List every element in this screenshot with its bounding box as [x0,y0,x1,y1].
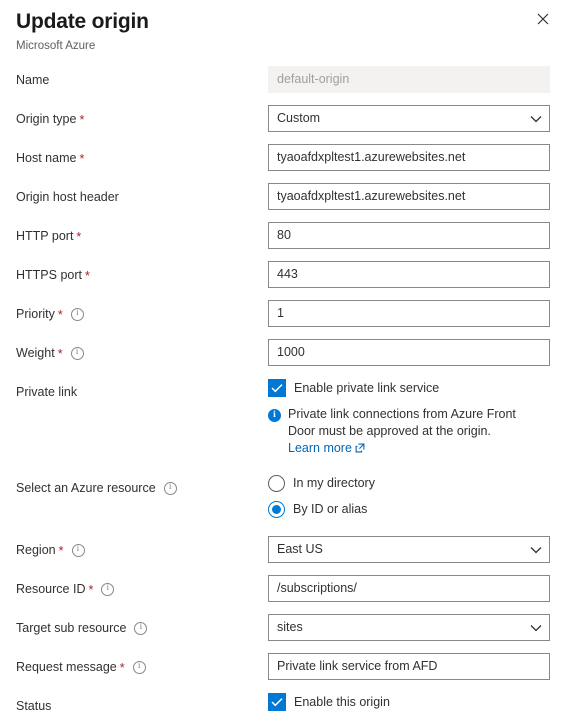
private-link-info-message: Private link connections from Azure Fron… [268,406,538,458]
radio-label-in-my-directory: In my directory [293,476,375,490]
field-row-origin-host-header: Origin host header tyaoafdxpltest1.azure… [16,183,550,210]
info-icon[interactable] [132,660,146,674]
label-private-link: Private link [16,385,78,399]
enable-private-link-checkbox[interactable]: Enable private link service [268,378,549,398]
label-status: Status [16,699,52,713]
weight-input[interactable]: 1000 [268,339,550,366]
label-name: Name [16,73,50,87]
label-origin-host-header: Origin host header [16,190,119,204]
origin-type-select[interactable]: Custom [268,105,550,132]
page-title: Update origin [16,10,149,33]
info-icon[interactable] [70,346,84,360]
field-row-http-port: HTTP port * 80 [16,222,550,249]
label-select-azure-resource: Select an Azure resource [16,474,268,499]
field-row-origin-type: Origin type * Custom [16,105,550,132]
label-target-sub-resource: Target sub resource [16,614,268,639]
field-row-host-name: Host name * tyaoafdxpltest1.azurewebsites… [16,144,550,171]
enable-this-origin-label: Enable this origin [294,695,390,709]
radio-unselected-icon [268,474,285,492]
field-row-resource-id: Resource ID* /subscriptions/ [16,575,550,602]
info-icon[interactable] [163,481,177,495]
field-row-target-sub-resource: Target sub resource sites [16,614,550,641]
enable-private-link-label: Enable private link service [294,381,440,395]
label-https-port: HTTPS port * [16,268,90,283]
close-icon [537,13,549,25]
origin-host-header-input[interactable]: tyaoafdxpltest1.azurewebsites.net [268,183,550,210]
required-asterisk: * [85,268,90,283]
enable-this-origin-checkbox[interactable]: Enable this origin [268,692,549,712]
label-weight: Weight * [16,339,268,364]
radio-selected-icon [268,500,285,518]
panel-subtitle: Microsoft Azure [16,40,96,52]
target-sub-resource-select[interactable]: sites [268,614,550,641]
resource-id-input[interactable]: /subscriptions/ [268,575,550,602]
field-row-private-link: Private link Enable private link service… [16,378,549,458]
field-row-weight: Weight* 1000 [16,339,550,366]
request-message-input[interactable]: Private link service from AFD [268,653,550,680]
priority-input[interactable]: 1 [268,300,550,327]
field-row-name: Name default-origin [16,66,550,93]
radio-label-by-id-or-alias: By ID or alias [293,502,368,516]
checkbox-checked-icon [268,379,286,397]
close-button[interactable] [529,5,557,33]
label-region: Region * [16,536,268,561]
required-asterisk: * [57,307,63,322]
field-row-priority: Priority* 1 [16,300,550,327]
name-input: default-origin [268,66,550,93]
http-port-input[interactable]: 80 [268,222,550,249]
required-asterisk: * [79,151,85,166]
required-asterisk: * [57,346,63,361]
field-row-request-message: Request message* Private link service fr… [16,653,550,680]
checkbox-checked-icon [268,693,286,711]
label-resource-id: Resource ID * [16,575,268,600]
label-origin-type: Origin type * [16,112,85,127]
learn-more-link[interactable]: Learn more [288,441,352,455]
info-icon[interactable] [70,307,84,321]
field-row-status: Status Enable this origin [16,692,549,717]
host-name-input[interactable]: tyaoafdxpltest1.azurewebsites.net [268,144,550,171]
field-row-select-azure-resource: Select an Azure resource In my directory… [16,474,549,518]
info-filled-icon [268,409,281,422]
radio-in-my-directory[interactable]: In my directory [268,474,549,492]
required-asterisk: * [79,112,85,127]
required-asterisk: * [119,660,125,675]
private-link-message-text: Private link connections from Azure Fron… [288,407,516,438]
external-link-icon [355,442,365,456]
info-icon[interactable] [101,582,115,596]
https-port-input[interactable]: 443 [268,261,550,288]
update-origin-panel: Update origin Microsoft Azure Name defau… [0,0,565,724]
region-select[interactable]: East US [268,536,550,563]
info-icon[interactable] [134,621,148,635]
required-asterisk: * [58,543,64,558]
info-icon[interactable] [71,543,85,557]
field-row-https-port: HTTPS port * 443 [16,261,550,288]
label-priority: Priority * [16,300,268,325]
azure-resource-radio-group: In my directory By ID or alias [268,474,549,518]
label-host-name: Host name * [16,151,85,166]
label-request-message: Request message * [16,653,268,678]
field-row-region: Region* East US [16,536,550,563]
origin-form: Name default-origin Origin type* Custom [0,66,565,717]
radio-by-id-or-alias[interactable]: By ID or alias [268,500,549,518]
label-http-port: HTTP port * [16,229,82,244]
required-asterisk: * [76,229,82,244]
panel-header: Update origin Microsoft Azure [0,0,565,54]
required-asterisk: * [88,582,94,597]
